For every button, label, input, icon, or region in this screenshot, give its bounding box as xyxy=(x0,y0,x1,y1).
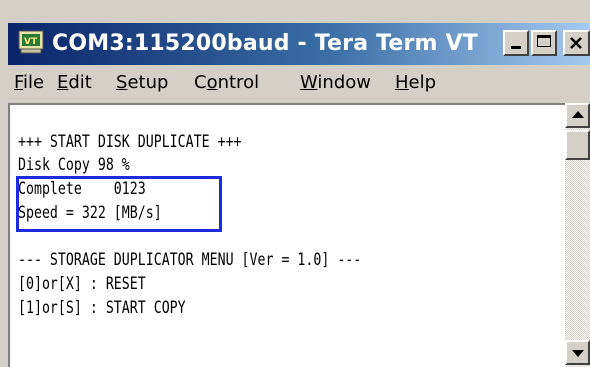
tera-term-window: VT COM3:115200baud - Tera Term VT File E… xyxy=(0,0,590,367)
menu-window-label: Window xyxy=(300,72,371,93)
menu-help[interactable]: Help xyxy=(395,69,436,97)
menu-bar: File Edit Setup Control Window Help xyxy=(8,65,590,101)
close-icon xyxy=(570,37,582,49)
maximize-button[interactable] xyxy=(531,30,557,56)
menu-help-label: Help xyxy=(395,72,437,93)
menu-file-label: File xyxy=(14,72,45,93)
minimize-icon xyxy=(511,46,521,49)
maximize-icon xyxy=(537,35,551,47)
scroll-down-button[interactable] xyxy=(565,340,590,365)
menu-window[interactable]: Window xyxy=(300,69,371,97)
vertical-scrollbar[interactable] xyxy=(565,103,590,367)
menu-setup-label: Setup xyxy=(116,72,169,93)
tera-term-icon[interactable]: VT xyxy=(18,28,44,54)
scroll-up-button[interactable] xyxy=(565,103,590,128)
terminal-line: [1]or[S] : START COPY xyxy=(18,298,186,318)
arrow-up-icon xyxy=(572,111,584,118)
terminal-line: Disk Copy 98 % xyxy=(18,155,130,175)
title-bar[interactable]: VT COM3:115200baud - Tera Term VT xyxy=(8,23,590,65)
menu-control[interactable]: Control xyxy=(194,69,259,97)
svg-text:VT: VT xyxy=(24,37,38,47)
terminal-line: [0]or[X] : RESET xyxy=(18,274,146,294)
terminal-line: --- STORAGE DUPLICATOR MENU [Ver = 1.0] … xyxy=(18,250,362,270)
menu-file[interactable]: File xyxy=(14,69,44,97)
arrow-down-icon xyxy=(572,350,584,357)
menu-edit-label: Edit xyxy=(57,72,92,93)
terminal-screen[interactable]: +++ START DISK DUPLICATE +++ Disk Copy 9… xyxy=(8,103,565,367)
highlight-box xyxy=(16,176,222,232)
scroll-thumb[interactable] xyxy=(565,130,590,160)
menu-edit[interactable]: Edit xyxy=(57,69,92,97)
close-button[interactable] xyxy=(563,30,590,56)
window-title: COM3:115200baud - Tera Term VT xyxy=(52,31,478,56)
minimize-button[interactable] xyxy=(503,30,529,56)
menu-setup[interactable]: Setup xyxy=(116,69,168,97)
menu-control-label: Control xyxy=(194,72,260,93)
